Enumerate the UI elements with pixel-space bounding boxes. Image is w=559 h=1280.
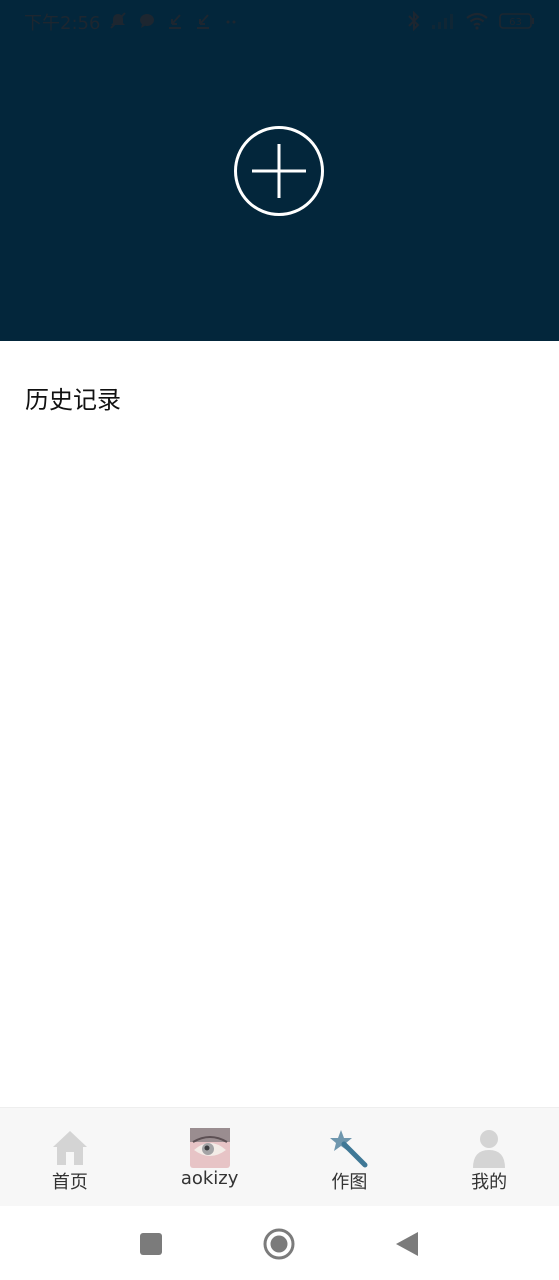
status-time: 下午2:56 — [24, 13, 101, 34]
home-icon — [52, 1131, 87, 1165]
back-triangle-icon[interactable] — [389, 1226, 425, 1262]
download-icon — [169, 14, 181, 29]
system-navigation-bar — [0, 1206, 559, 1280]
bluetooth-icon — [408, 11, 420, 31]
avatar-image — [189, 1128, 230, 1168]
bottom-tab-bar: 首页 aokizy 作图 我的 — [0, 1107, 559, 1207]
tab-mine[interactable]: 我的 — [419, 1108, 559, 1207]
add-create-button[interactable] — [233, 125, 325, 217]
status-bar: 下午2:56 63 — [0, 0, 559, 42]
create-header: 下午2:56 63 — [0, 0, 559, 341]
tab-draw-label: 作图 — [331, 1172, 368, 1193]
history-title: 历史记录 — [25, 386, 121, 414]
battery-level: 63 — [509, 17, 522, 28]
plus-circle-icon — [234, 126, 324, 216]
status-left-icons — [108, 8, 240, 34]
wifi-icon — [466, 12, 488, 30]
tab-mine-label: 我的 — [471, 1172, 508, 1193]
battery-icon: 63 — [499, 13, 534, 29]
status-right-icons: 63 — [407, 8, 535, 34]
more-dots-icon — [226, 20, 236, 24]
tab-aokizy[interactable]: aokizy — [140, 1108, 280, 1207]
mute-icon — [110, 12, 126, 29]
tab-aokizy-label: aokizy — [180, 1168, 239, 1189]
magic-wand-icon — [330, 1130, 368, 1168]
message-icon — [140, 14, 154, 28]
tab-home-label: 首页 — [51, 1172, 88, 1193]
home-circle-icon[interactable] — [261, 1226, 297, 1262]
signal-icon — [432, 14, 453, 29]
tab-draw[interactable]: 作图 — [280, 1108, 420, 1207]
download-icon — [197, 14, 209, 29]
tab-home[interactable]: 首页 — [0, 1108, 140, 1207]
app-screen: 下午2:56 63 历史记录 首页 aokizy 作图 我的 — [0, 0, 559, 1280]
user-icon — [473, 1130, 506, 1168]
recents-square-icon[interactable] — [133, 1226, 169, 1262]
